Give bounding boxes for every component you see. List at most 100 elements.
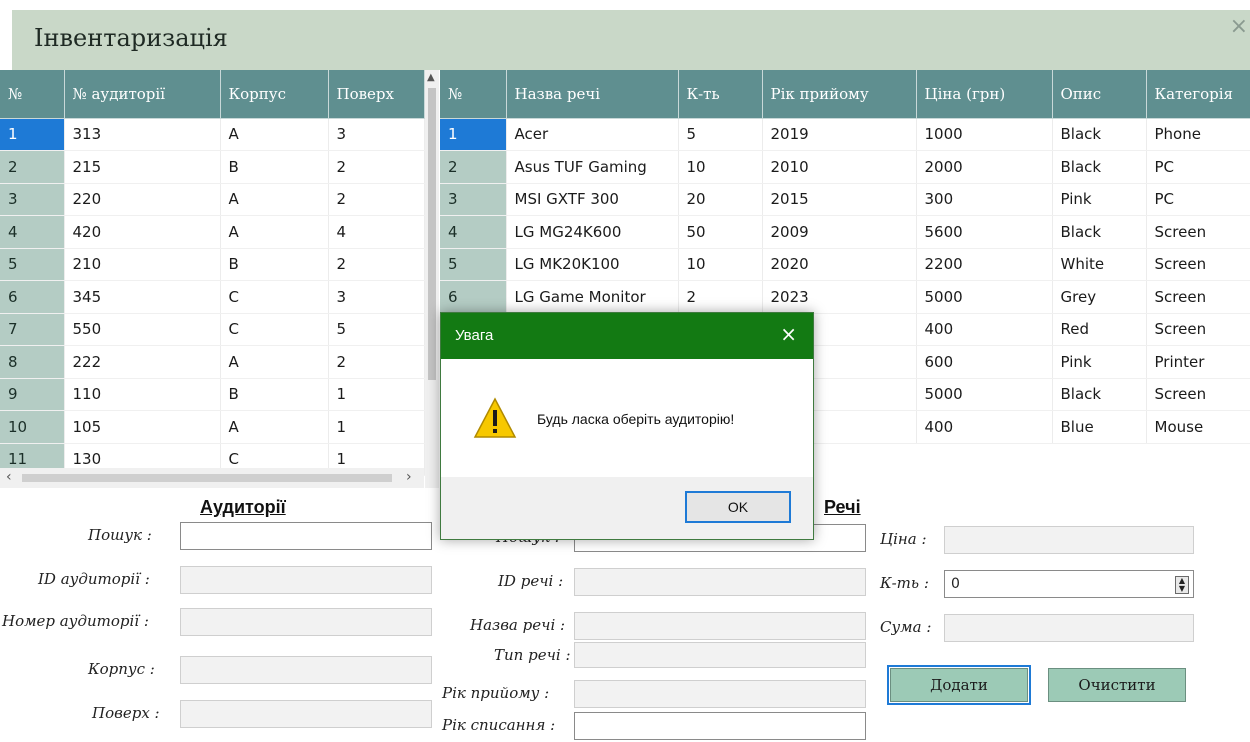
rooms-row-index[interactable]: 3 xyxy=(0,183,65,216)
items-cell[interactable]: Mouse xyxy=(1146,410,1250,444)
rooms-row-index[interactable]: 7 xyxy=(0,313,65,346)
items-header-cell[interactable]: Ціна (грн) xyxy=(916,70,1053,119)
items-cell[interactable]: Printer xyxy=(1146,345,1250,379)
items-row-index[interactable]: 3 xyxy=(440,183,507,216)
items-cell[interactable]: PC xyxy=(1146,150,1250,184)
rooms-horizontal-scrollbar[interactable]: ‹ › xyxy=(0,468,424,488)
rooms-cell[interactable]: 2 xyxy=(328,183,425,216)
clear-button[interactable]: Очистити xyxy=(1048,668,1186,702)
rooms-row-index[interactable]: 5 xyxy=(0,248,65,281)
items-row[interactable]: 4 LG MG24K600 50 2009 5600 Black Screen xyxy=(440,215,1250,249)
floor-field[interactable] xyxy=(180,700,432,728)
rooms-cell[interactable]: 345 xyxy=(64,280,221,314)
rooms-cell[interactable]: 1 xyxy=(328,410,425,444)
rooms-cell[interactable]: 313 xyxy=(64,118,221,151)
rooms-row[interactable]: 8 222 A 2 xyxy=(0,345,425,379)
add-button[interactable]: Додати xyxy=(887,665,1031,705)
items-cell[interactable]: Black xyxy=(1052,215,1147,249)
price-field[interactable] xyxy=(944,526,1194,554)
items-row-index[interactable]: 5 xyxy=(440,248,507,281)
rooms-cell[interactable]: B xyxy=(220,378,329,411)
items-cell[interactable]: Pink xyxy=(1052,345,1147,379)
rooms-cell[interactable]: 210 xyxy=(64,248,221,281)
items-cell[interactable]: Screen xyxy=(1146,378,1250,411)
items-cell[interactable]: 50 xyxy=(678,215,763,249)
items-cell[interactable]: 2020 xyxy=(762,248,917,281)
rooms-cell[interactable]: 222 xyxy=(64,345,221,379)
items-row-index[interactable]: 4 xyxy=(440,215,507,249)
close-icon[interactable]: × xyxy=(1230,14,1248,39)
items-cell[interactable]: Grey xyxy=(1052,280,1147,314)
rooms-row[interactable]: 5 210 B 2 xyxy=(0,248,425,281)
rooms-row-index[interactable]: 6 xyxy=(0,280,65,314)
rooms-cell[interactable]: B xyxy=(220,150,329,184)
item-type-field[interactable] xyxy=(574,642,866,668)
items-cell[interactable]: 2019 xyxy=(762,118,917,151)
items-cell[interactable]: 1000 xyxy=(916,118,1053,151)
items-row-index[interactable]: 1 xyxy=(440,118,507,151)
rooms-cell[interactable]: 3 xyxy=(328,280,425,314)
items-cell[interactable]: LG MK20K100 xyxy=(506,248,679,281)
scroll-right-icon[interactable]: › xyxy=(406,469,412,485)
items-cell[interactable]: PC xyxy=(1146,183,1250,216)
rooms-row-index[interactable]: 10 xyxy=(0,410,65,444)
items-cell[interactable]: 400 xyxy=(916,410,1053,444)
items-row[interactable]: 5 LG MK20K100 10 2020 2200 White Screen xyxy=(440,248,1250,281)
items-row-index[interactable]: 6 xyxy=(440,280,507,314)
items-cell[interactable]: Red xyxy=(1052,313,1147,346)
items-cell[interactable]: Screen xyxy=(1146,248,1250,281)
spinner-arrows-icon[interactable]: ▲ ▼ xyxy=(1175,576,1189,594)
scroll-up-icon[interactable]: ▲ xyxy=(427,72,435,83)
accept-year-field[interactable] xyxy=(574,680,866,708)
items-cell[interactable]: Pink xyxy=(1052,183,1147,216)
items-cell[interactable]: Phone xyxy=(1146,118,1250,151)
sum-field[interactable] xyxy=(944,614,1194,642)
items-cell[interactable]: 2200 xyxy=(916,248,1053,281)
rooms-header-cell[interactable]: № xyxy=(0,70,65,119)
rooms-cell[interactable]: 1 xyxy=(328,378,425,411)
rooms-cell[interactable]: 4 xyxy=(328,215,425,249)
rooms-row-index[interactable]: 2 xyxy=(0,150,65,184)
rooms-cell[interactable]: 420 xyxy=(64,215,221,249)
rooms-cell[interactable]: 2 xyxy=(328,345,425,379)
items-cell[interactable]: 20 xyxy=(678,183,763,216)
items-cell[interactable]: Asus TUF Gaming xyxy=(506,150,679,184)
items-cell[interactable]: Black xyxy=(1052,118,1147,151)
rooms-row[interactable]: 7 550 C 5 xyxy=(0,313,425,346)
rooms-cell[interactable]: 550 xyxy=(64,313,221,346)
room-number-field[interactable] xyxy=(180,608,432,636)
items-header-cell[interactable]: Категорія xyxy=(1146,70,1250,119)
writeoff-year-field[interactable] xyxy=(574,712,866,740)
items-cell[interactable]: Screen xyxy=(1146,215,1250,249)
rooms-cell[interactable]: A xyxy=(220,215,329,249)
items-header-cell[interactable]: К-ть xyxy=(678,70,763,119)
rooms-cell[interactable]: 2 xyxy=(328,248,425,281)
room-id-field[interactable] xyxy=(180,566,432,594)
items-header-cell[interactable]: № xyxy=(440,70,507,119)
items-cell[interactable]: Black xyxy=(1052,150,1147,184)
rooms-cell[interactable]: 3 xyxy=(328,118,425,151)
rooms-cell[interactable]: 2 xyxy=(328,150,425,184)
rooms-cell[interactable]: 5 xyxy=(328,313,425,346)
scroll-thumb[interactable] xyxy=(22,474,392,482)
rooms-cell[interactable]: 215 xyxy=(64,150,221,184)
rooms-search-input[interactable] xyxy=(180,522,432,550)
items-cell[interactable]: Acer xyxy=(506,118,679,151)
items-cell[interactable]: Blue xyxy=(1052,410,1147,444)
items-cell[interactable]: 2000 xyxy=(916,150,1053,184)
rooms-row[interactable]: 4 420 A 4 xyxy=(0,215,425,249)
dialog-close-icon[interactable]: × xyxy=(780,322,797,346)
items-row[interactable]: 2 Asus TUF Gaming 10 2010 2000 Black PC xyxy=(440,150,1250,184)
rooms-cell[interactable]: A xyxy=(220,410,329,444)
items-cell[interactable]: 5000 xyxy=(916,378,1053,411)
items-cell[interactable]: 600 xyxy=(916,345,1053,379)
items-cell[interactable]: 2 xyxy=(678,280,763,314)
item-name-field[interactable] xyxy=(574,612,866,640)
ok-button[interactable]: OK xyxy=(685,491,791,523)
items-cell[interactable]: 10 xyxy=(678,248,763,281)
items-cell[interactable]: 2015 xyxy=(762,183,917,216)
rooms-header-cell[interactable]: № аудиторії xyxy=(64,70,221,119)
items-header-cell[interactable]: Опис xyxy=(1052,70,1147,119)
items-row[interactable]: 3 MSI GXTF 300 20 2015 300 Pink PC xyxy=(440,183,1250,216)
items-header-cell[interactable]: Назва речі xyxy=(506,70,679,119)
